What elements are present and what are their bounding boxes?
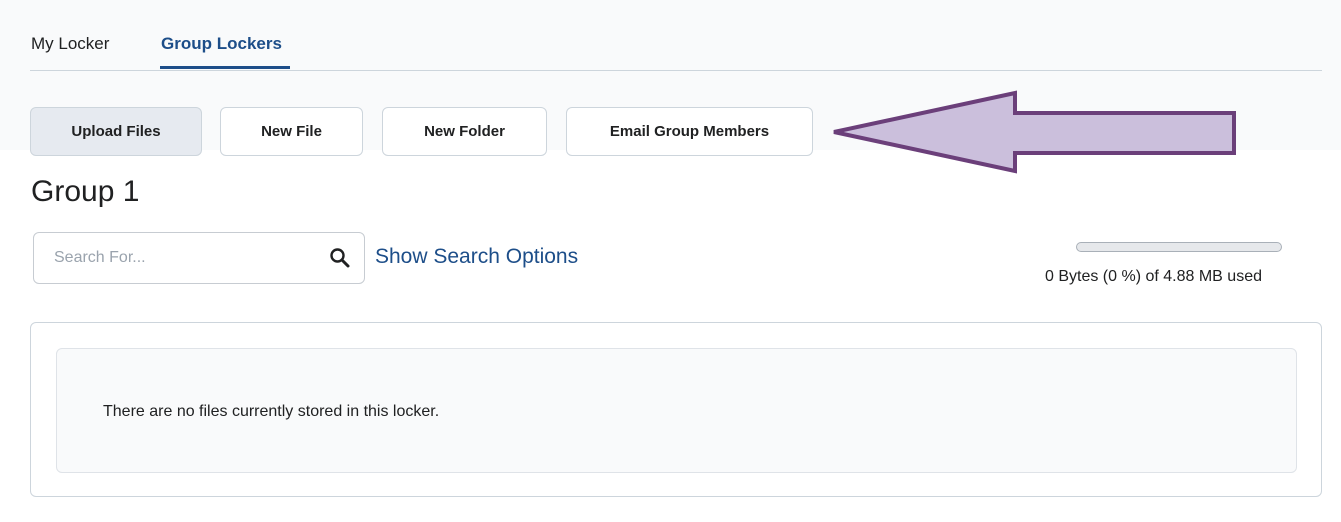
annotation-arrow-shape xyxy=(833,90,1236,174)
arrow-left-icon xyxy=(833,90,1236,174)
empty-state-box: There are no files currently stored in t… xyxy=(56,348,1297,473)
tab-group-lockers[interactable]: Group Lockers xyxy=(161,34,282,54)
page-title: Group 1 xyxy=(31,175,140,208)
empty-files-message: There are no files currently stored in t… xyxy=(103,403,440,420)
locker-tabs: My Locker Group Lockers xyxy=(30,28,1322,71)
files-panel: There are no files currently stored in t… xyxy=(30,322,1322,497)
tab-my-locker[interactable]: My Locker xyxy=(31,34,109,54)
storage-usage-bar xyxy=(1076,242,1282,252)
storage-usage-text: 0 Bytes (0 %) of 4.88 MB used xyxy=(1045,268,1262,285)
new-folder-button[interactable]: New Folder xyxy=(382,107,547,156)
group-locker-page: My Locker Group Lockers Upload Files New… xyxy=(0,0,1341,522)
search-field xyxy=(33,232,365,284)
active-tab-indicator xyxy=(160,66,290,69)
upload-files-button[interactable]: Upload Files xyxy=(30,107,202,156)
search-icon[interactable] xyxy=(328,246,352,270)
new-file-button[interactable]: New File xyxy=(220,107,363,156)
search-input[interactable] xyxy=(34,233,314,283)
show-search-options-link[interactable]: Show Search Options xyxy=(375,243,578,271)
email-group-members-button[interactable]: Email Group Members xyxy=(566,107,813,156)
